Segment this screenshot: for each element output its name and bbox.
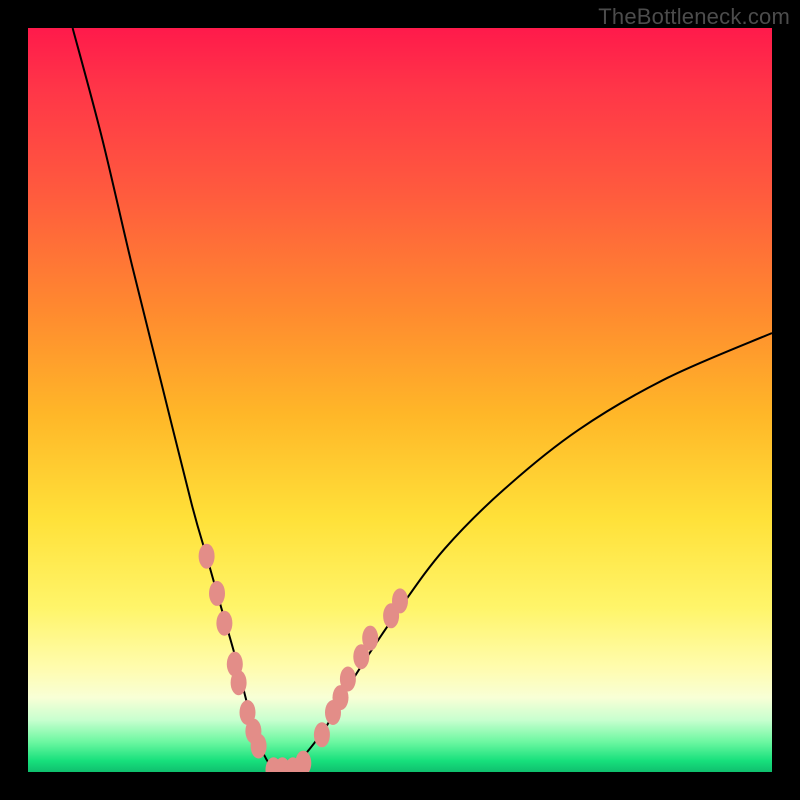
data-marker	[314, 722, 330, 747]
data-marker	[231, 670, 247, 695]
watermark-text: TheBottleneck.com	[598, 4, 790, 30]
data-marker	[340, 667, 356, 692]
bottleneck-curve	[73, 28, 772, 772]
data-marker	[209, 581, 225, 606]
data-marker	[216, 611, 232, 636]
data-marker	[392, 588, 408, 613]
data-marker	[251, 734, 267, 759]
data-marker	[295, 751, 311, 772]
chart-svg	[28, 28, 772, 772]
data-marker	[362, 626, 378, 651]
data-markers	[199, 544, 408, 772]
chart-frame	[28, 28, 772, 772]
data-marker	[199, 544, 215, 569]
